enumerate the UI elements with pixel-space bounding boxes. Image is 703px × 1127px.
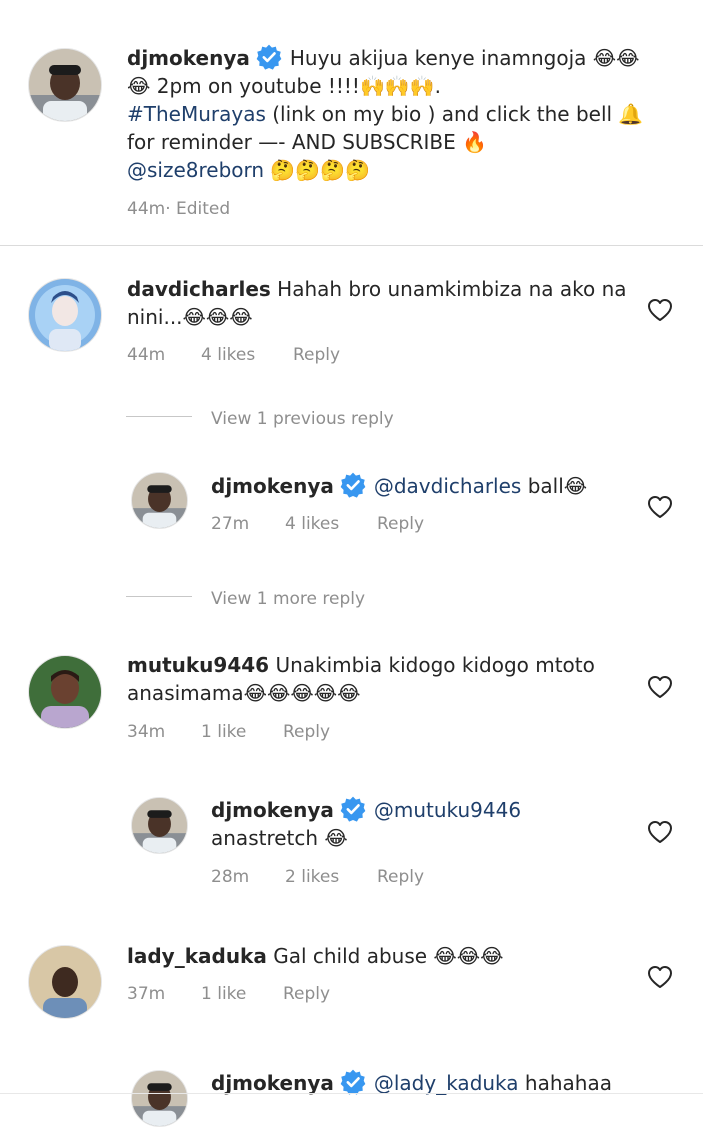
avatar-image — [132, 798, 187, 853]
caption-time: 44m — [127, 199, 166, 219]
reply-button[interactable]: Reply — [377, 513, 424, 535]
verified-icon — [256, 44, 282, 70]
caption-text-4: for reminder —- AND SUBSCRIBE 🔥 — [127, 130, 487, 154]
verified-icon — [340, 1069, 366, 1095]
caption-avatar[interactable] — [28, 48, 102, 122]
comment-avatar[interactable] — [28, 655, 102, 729]
view-previous-replies-button[interactable]: View 1 previous reply — [211, 408, 394, 430]
view-replies-line — [126, 596, 192, 597]
caption-meta: 44m · Edited — [127, 198, 230, 220]
caption-edited: · Edited — [165, 199, 231, 219]
caption-line-4: for reminder —- AND SUBSCRIBE 🔥 — [127, 128, 487, 156]
verified-icon — [340, 472, 366, 498]
comment-text: Gal child abuse 😂😂😂 — [273, 944, 504, 968]
reply-text: hahahaa — [518, 1071, 612, 1095]
reply-text: anastretch 😂 — [211, 826, 348, 850]
reply-time: 27m — [211, 514, 250, 534]
reply-username[interactable]: djmokenya — [211, 798, 334, 822]
reply-meta: 27m 4 likes Reply — [211, 513, 424, 535]
heart-icon[interactable] — [647, 495, 673, 519]
comment-avatar[interactable] — [28, 278, 102, 352]
reply-line-1: djmokenya @mutuku9446 — [211, 796, 521, 824]
avatar-image — [132, 473, 187, 528]
reply-meta: 28m 2 likes Reply — [211, 866, 424, 888]
comment-avatar[interactable] — [28, 945, 102, 1019]
caption-line-3: #TheMurayas (link on my bio ) and click … — [127, 100, 643, 128]
comment-text: anasimama😂😂😂😂😂 — [127, 681, 361, 705]
reply-avatar[interactable] — [131, 1070, 188, 1127]
reply-time: 28m — [211, 867, 250, 887]
reply-line-2: anastretch 😂 — [211, 824, 348, 852]
reply-mention[interactable]: @davdicharles — [374, 474, 521, 498]
caption-text-2: 😂 2pm on youtube !!!!🙌🙌🙌. — [127, 74, 442, 98]
comment-meta: 37m 1 like Reply — [127, 983, 330, 1005]
comment-username[interactable]: lady_kaduka — [127, 944, 267, 968]
reply-username[interactable]: djmokenya — [211, 474, 334, 498]
comment-line-2: anasimama😂😂😂😂😂 — [127, 679, 361, 707]
reply-username[interactable]: djmokenya — [211, 1071, 334, 1095]
reply-button[interactable]: Reply — [283, 721, 330, 743]
comment-likes[interactable]: 1 like — [201, 721, 283, 743]
caption-text-1: Huyu akijua kenye inamngoja 😂😂 — [289, 46, 640, 70]
comment-time: 37m — [127, 984, 166, 1004]
avatar-image — [132, 1071, 187, 1126]
heart-icon[interactable] — [647, 965, 673, 989]
reply-line-1: djmokenya @davdicharles ball😂 — [211, 472, 587, 500]
caption-line-5: @size8reborn 🤔🤔🤔🤔 — [127, 156, 370, 184]
caption-username[interactable]: djmokenya — [127, 46, 250, 70]
reply-mention[interactable]: @lady_kaduka — [374, 1071, 519, 1095]
comment-line-1: lady_kaduka Gal child abuse 😂😂😂 — [127, 942, 504, 970]
reply-button[interactable]: Reply — [293, 344, 340, 366]
comment-likes[interactable]: 1 like — [201, 983, 283, 1005]
reply-likes[interactable]: 4 likes — [285, 513, 377, 535]
reply-text: ball😂 — [521, 474, 588, 498]
avatar-image — [29, 49, 101, 121]
view-replies-line — [126, 416, 192, 417]
view-more-replies-button[interactable]: View 1 more reply — [211, 588, 365, 610]
avatar-image — [29, 279, 101, 351]
comment-line-2: nini...😂😂😂 — [127, 303, 253, 331]
reply-avatar[interactable] — [131, 472, 188, 529]
comment-username[interactable]: mutuku9446 — [127, 653, 269, 677]
comment-text: Unakimbia kidogo kidogo mtoto — [275, 653, 595, 677]
caption-line-2: 😂 2pm on youtube !!!!🙌🙌🙌. — [127, 72, 441, 100]
comment-time: 34m — [127, 722, 166, 742]
caption-hashtag[interactable]: #TheMurayas — [127, 102, 266, 126]
comment-meta: 44m 4 likes Reply — [127, 344, 340, 366]
avatar-image — [29, 656, 101, 728]
reply-avatar[interactable] — [131, 797, 188, 854]
heart-icon[interactable] — [647, 298, 673, 322]
comment-line-1: davdicharles Hahah bro unamkimbiza na ak… — [127, 275, 627, 303]
reply-mention[interactable]: @mutuku9446 — [374, 798, 521, 822]
comment-likes[interactable]: 4 likes — [201, 344, 293, 366]
comment-text: Hahah bro unamkimbiza na ako na — [277, 277, 627, 301]
caption-mention[interactable]: @size8reborn — [127, 158, 264, 182]
comment-line-1: mutuku9446 Unakimbia kidogo kidogo mtoto — [127, 651, 595, 679]
reply-button[interactable]: Reply — [283, 983, 330, 1005]
reply-likes[interactable]: 2 likes — [285, 866, 377, 888]
caption-divider — [0, 245, 703, 246]
comment-text: nini...😂😂😂 — [127, 305, 253, 329]
comment-time: 44m — [127, 345, 166, 365]
caption-text-3: (link on my bio ) and click the bell 🔔 — [265, 102, 644, 126]
comment-username[interactable]: davdicharles — [127, 277, 271, 301]
reply-button[interactable]: Reply — [377, 866, 424, 888]
avatar-image — [29, 946, 101, 1018]
caption-text-5: 🤔🤔🤔🤔 — [264, 158, 371, 182]
bottom-edge — [0, 1093, 703, 1094]
heart-icon[interactable] — [647, 820, 673, 844]
caption-line-1: djmokenya Huyu akijua kenye inamngoja 😂😂 — [127, 44, 640, 72]
verified-icon — [340, 796, 366, 822]
heart-icon[interactable] — [647, 675, 673, 699]
comment-meta: 34m 1 like Reply — [127, 721, 330, 743]
